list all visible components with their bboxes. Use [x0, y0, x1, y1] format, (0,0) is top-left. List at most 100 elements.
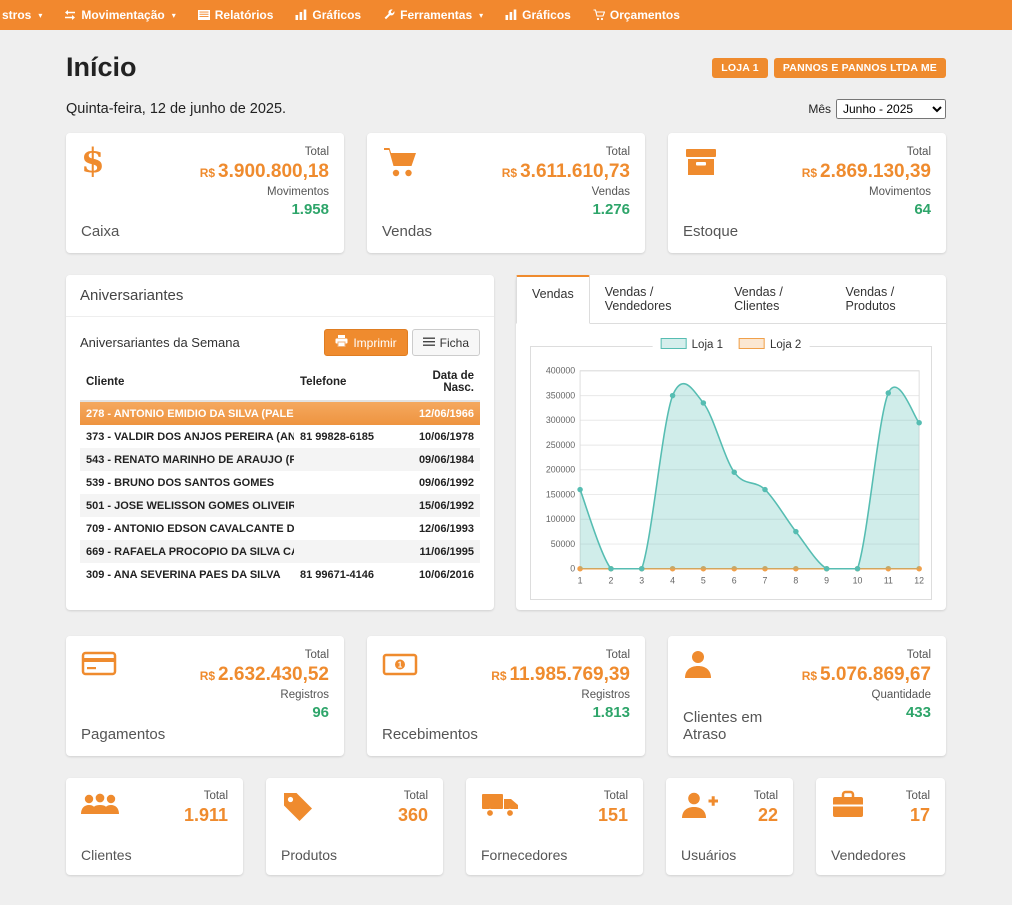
legend-item-loja1: Loja 1	[661, 338, 723, 351]
user-plus-icon	[681, 790, 736, 820]
card-title: Estoque	[683, 223, 738, 240]
table-row[interactable]: 309 - ANA SEVERINA PAES DA SILVA81 99671…	[80, 563, 480, 586]
svg-text:400000: 400000	[546, 366, 575, 376]
credit-card-icon	[81, 649, 165, 679]
count-label: Quantidade	[802, 689, 931, 701]
nav-label: stros	[2, 8, 31, 22]
tab-vendas-produtos[interactable]: Vendas / Produtos	[831, 275, 946, 323]
table-row[interactable]: 501 - JOSE WELISSON GOMES OLIVEIR… 15/06/…	[80, 494, 480, 517]
svg-text:6: 6	[732, 575, 737, 585]
sales-chart-panel: Vendas Vendas / Vendedores Vendas / Clie…	[516, 275, 946, 610]
truck-icon	[481, 790, 567, 818]
amount: 11.985.769,39	[510, 664, 630, 685]
nav-item-movimentacao[interactable]: Movimentação▾	[53, 0, 186, 30]
total-label: Total	[802, 146, 931, 158]
svg-text:0: 0	[570, 564, 575, 574]
total-label: Total	[906, 790, 930, 802]
currency-prefix: R$	[802, 669, 817, 683]
count-value: 1.958	[200, 201, 329, 218]
cell-cliente: 539 - BRUNO DOS SANTOS GOMES	[80, 471, 294, 494]
total-value: R$2.869.130,39	[802, 161, 931, 183]
nav-label: Relatórios	[215, 8, 274, 22]
svg-text:200000: 200000	[546, 465, 575, 475]
table-row[interactable]: 278 - ANTONIO EMIDIO DA SILVA (PALE…12/0…	[80, 401, 480, 425]
wrench-icon	[383, 9, 395, 21]
print-button[interactable]: Imprimir	[324, 329, 407, 356]
nav-item-orcamentos[interactable]: Orçamentos	[582, 0, 691, 30]
count-value: 96	[200, 704, 329, 721]
cell-telefone	[294, 540, 394, 563]
archive-box-icon	[683, 146, 738, 178]
recebimentos-card: 1 Recebimentos Total R$11.985.769,39 Reg…	[367, 636, 645, 756]
card-title: Usuários	[681, 847, 736, 863]
table-row[interactable]: 543 - RENATO MARINHO DE ARAUJO (F…09/06/…	[80, 448, 480, 471]
amount: 3.900.800,18	[218, 161, 329, 182]
tab-vendas-vendedores[interactable]: Vendas / Vendedores	[590, 275, 719, 323]
currency-prefix: R$	[200, 166, 215, 180]
nav-item-graficos-2[interactable]: Gráficos	[494, 0, 582, 30]
loja2-swatch	[739, 338, 765, 349]
nav-item-cadastros[interactable]: stros ▾	[0, 0, 53, 30]
count-value: 151	[598, 805, 628, 826]
table-row[interactable]: 709 - ANTONIO EDSON CAVALCANTE D…12/06/1…	[80, 517, 480, 540]
tab-vendas-clientes[interactable]: Vendas / Clientes	[719, 275, 830, 323]
currency-prefix: R$	[502, 166, 517, 180]
total-value: R$3.900.800,18	[200, 161, 329, 183]
banknote-icon: 1	[382, 649, 478, 679]
person-icon	[683, 649, 802, 679]
store-badge: LOJA 1	[712, 58, 768, 78]
cell-nasc: 15/06/1992	[394, 494, 480, 517]
cell-telefone	[294, 517, 394, 540]
cell-telefone	[294, 448, 394, 471]
pagamentos-card: Pagamentos Total R$2.632.430,52 Registro…	[66, 636, 344, 756]
count-value: 17	[906, 805, 930, 826]
report-icon	[198, 9, 210, 21]
svg-text:3: 3	[639, 575, 644, 585]
month-select[interactable]: Junho - 2025	[836, 99, 946, 119]
vendas-card: Vendas Total R$3.611.610,73 Vendas 1.276	[367, 133, 645, 253]
total-label: Total	[200, 649, 329, 661]
total-label: Total	[491, 649, 630, 661]
legend-label: Loja 1	[692, 339, 723, 351]
cell-nasc: 09/06/1992	[394, 471, 480, 494]
people-icon	[81, 790, 132, 820]
total-value: R$11.985.769,39	[491, 664, 630, 686]
table-row[interactable]: 669 - RAFAELA PROCOPIO DA SILVA CA…11/06…	[80, 540, 480, 563]
nav-label: Ferramentas	[400, 8, 472, 22]
svg-text:4: 4	[670, 575, 675, 585]
nav-item-relatorios[interactable]: Relatórios	[187, 0, 285, 30]
card-title: Clientes em Atraso	[683, 709, 802, 743]
cell-telefone	[294, 401, 394, 425]
svg-text:9: 9	[824, 575, 829, 585]
page-title: Início	[66, 52, 137, 83]
card-title: Pagamentos	[81, 726, 165, 743]
nav-item-ferramentas[interactable]: Ferramentas▾	[372, 0, 494, 30]
printer-icon	[335, 335, 348, 350]
bar-chart-icon	[505, 9, 517, 21]
total-label: Total	[598, 790, 628, 802]
table-row[interactable]: 373 - VALDIR DOS ANJOS PEREIRA (AN…81 99…	[80, 425, 480, 448]
chart-tabs: Vendas Vendas / Vendedores Vendas / Clie…	[516, 275, 946, 324]
cell-nasc: 09/06/1984	[394, 448, 480, 471]
cell-cliente: 501 - JOSE WELISSON GOMES OLIVEIR…	[80, 494, 294, 517]
count-value: 64	[802, 201, 931, 218]
sales-chart: 0500001000001500002000002500003000003500…	[535, 361, 927, 592]
total-label: Total	[398, 790, 428, 802]
table-row[interactable]: 539 - BRUNO DOS SANTOS GOMES 09/06/1992	[80, 471, 480, 494]
nav-item-graficos[interactable]: Gráficos	[284, 0, 372, 30]
count-value: 1.911	[184, 805, 228, 826]
count-label: Movimentos	[802, 186, 931, 198]
clientes-atraso-card: Clientes em Atraso Total R$5.076.869,67 …	[668, 636, 946, 756]
card-title: Vendas	[382, 223, 432, 240]
svg-text:5: 5	[701, 575, 706, 585]
total-label: Total	[502, 146, 630, 158]
tab-vendas[interactable]: Vendas	[516, 275, 590, 324]
chevron-down-icon: ▾	[38, 11, 42, 20]
card-title: Recebimentos	[382, 726, 478, 743]
amount: 3.611.610,73	[520, 161, 630, 182]
cell-nasc: 10/06/1978	[394, 425, 480, 448]
column-header: Cliente	[80, 366, 294, 401]
month-label: Mês	[808, 102, 831, 116]
ficha-button[interactable]: Ficha	[412, 329, 480, 356]
svg-text:50000: 50000	[551, 539, 576, 549]
